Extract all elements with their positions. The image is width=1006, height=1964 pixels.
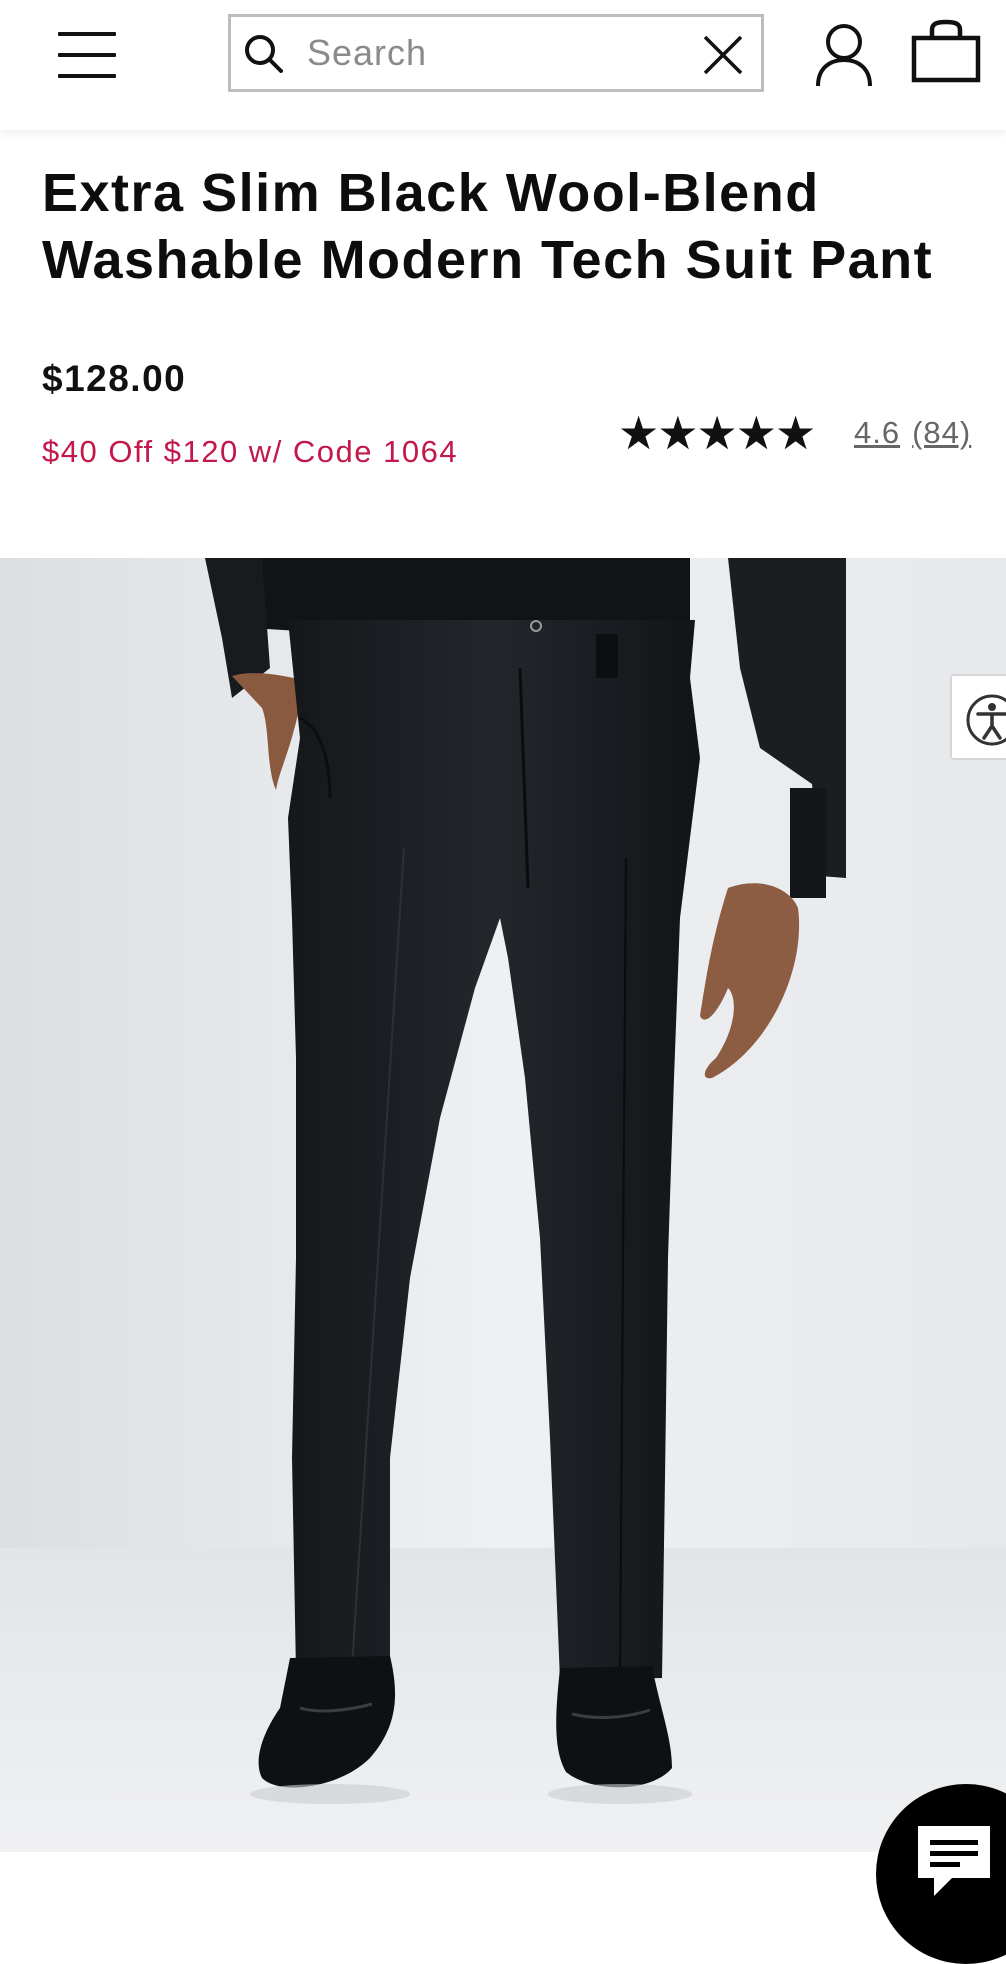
menu-icon-bar — [58, 53, 116, 57]
close-icon[interactable] — [701, 33, 745, 77]
product-price: $128.00 — [42, 358, 187, 399]
shopping-bag-icon[interactable] — [910, 18, 982, 84]
rating-value[interactable]: 4.6 — [854, 415, 900, 451]
star-icons-filled: ★★★★★ — [618, 409, 815, 457]
menu-icon-bar — [58, 32, 116, 36]
review-count[interactable]: (84) — [912, 415, 971, 451]
promo-text: $40 Off $120 w/ Code 1064 — [42, 434, 459, 469]
accessibility-icon — [966, 694, 1006, 746]
rating-stars: ★★★★★ ★★★★★ — [618, 409, 832, 457]
accessibility-button[interactable] — [950, 674, 1006, 760]
search-input[interactable] — [307, 25, 677, 81]
chat-icon — [918, 1826, 990, 1896]
product-title: Extra Slim Black Wool-Blend Washable Mod… — [42, 163, 934, 290]
search-box — [228, 14, 764, 92]
menu-button[interactable] — [52, 28, 118, 80]
site-header — [0, 0, 1006, 130]
menu-icon-bar — [58, 74, 116, 78]
product-photo-illustration — [0, 558, 1006, 1852]
rating-summary[interactable]: ★★★★★ ★★★★★ 4.6 (84) — [618, 408, 971, 458]
product-image[interactable] — [0, 558, 1006, 1852]
account-icon[interactable] — [812, 20, 876, 90]
search-icon[interactable] — [241, 31, 287, 77]
